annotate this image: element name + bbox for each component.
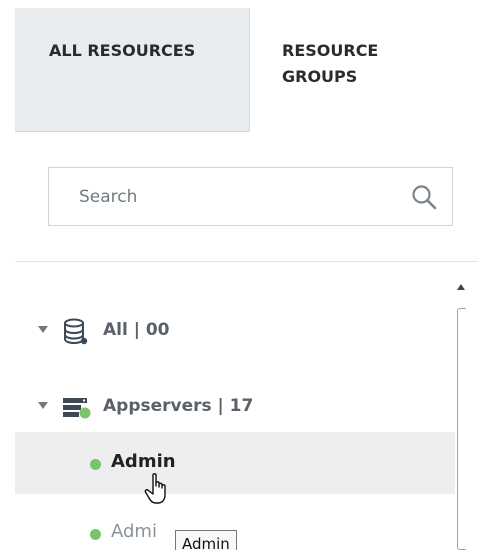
tooltip: Admin	[175, 530, 237, 550]
tree-node-appservers[interactable]: Appservers | 17	[15, 377, 455, 439]
scroll-thumb[interactable]	[457, 308, 466, 550]
tab-all-resources-label[interactable]: ALL RESOURCES	[49, 38, 209, 64]
hand-pointer-cursor-icon	[144, 473, 166, 504]
status-online-icon	[90, 459, 101, 470]
search-icon[interactable]	[410, 183, 438, 211]
tree-leaf-admin-2-label[interactable]: Admi	[111, 521, 157, 542]
tree-leaf-admin-label[interactable]: Admin	[111, 451, 176, 472]
tree-node-all[interactable]: All | 00	[15, 301, 455, 363]
search-box	[48, 167, 453, 226]
server-icon	[63, 398, 91, 419]
tree-node-all-label: All | 00	[103, 320, 170, 340]
tree-leaf-admin[interactable]: Admin	[15, 432, 455, 494]
resource-panel: ALL RESOURCES RESOURCE GROUPS All | 00	[15, 8, 478, 550]
resource-tree: All | 00 Appservers | 17 Admin Admi	[15, 278, 455, 550]
expand-caret-icon[interactable]	[38, 326, 48, 333]
search-input[interactable]	[49, 168, 389, 225]
divider	[15, 261, 478, 262]
scroll-up-arrow-icon[interactable]	[457, 284, 465, 290]
tree-scrollbar[interactable]	[455, 278, 478, 550]
tab-resource-groups-label[interactable]: RESOURCE GROUPS	[282, 38, 442, 90]
status-online-icon	[90, 529, 101, 540]
tree-node-appservers-label: Appservers | 17	[103, 396, 254, 416]
tab-all-resources[interactable]: ALL RESOURCES	[15, 8, 250, 132]
database-icon	[64, 318, 88, 345]
tab-resource-groups[interactable]: RESOURCE GROUPS	[250, 8, 478, 132]
expand-caret-icon[interactable]	[38, 402, 48, 409]
